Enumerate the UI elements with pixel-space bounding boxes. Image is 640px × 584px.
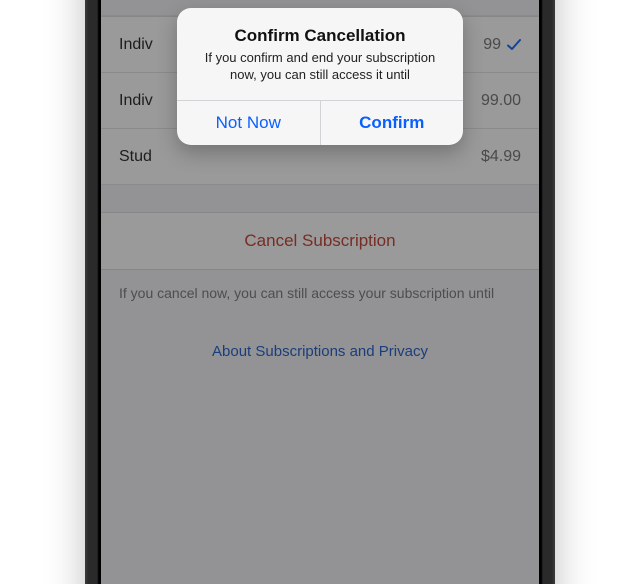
not-now-button[interactable]: Not Now [177,101,320,145]
alert-message: If you confirm and end your subscription… [193,50,447,84]
screen: Indiv 99 Indiv 99.00 Stud [101,0,539,584]
not-now-label: Not Now [216,113,281,132]
confirm-label: Confirm [359,113,424,132]
confirm-button[interactable]: Confirm [320,101,464,145]
device-frame: Indiv 99 Indiv 99.00 Stud [85,0,555,584]
alert-body: Confirm Cancellation If you confirm and … [177,8,463,100]
alert-title: Confirm Cancellation [193,26,447,46]
device-bezel: Indiv 99 Indiv 99.00 Stud [97,0,543,584]
alert-buttons: Not Now Confirm [177,100,463,145]
confirm-cancellation-alert: Confirm Cancellation If you confirm and … [177,8,463,145]
